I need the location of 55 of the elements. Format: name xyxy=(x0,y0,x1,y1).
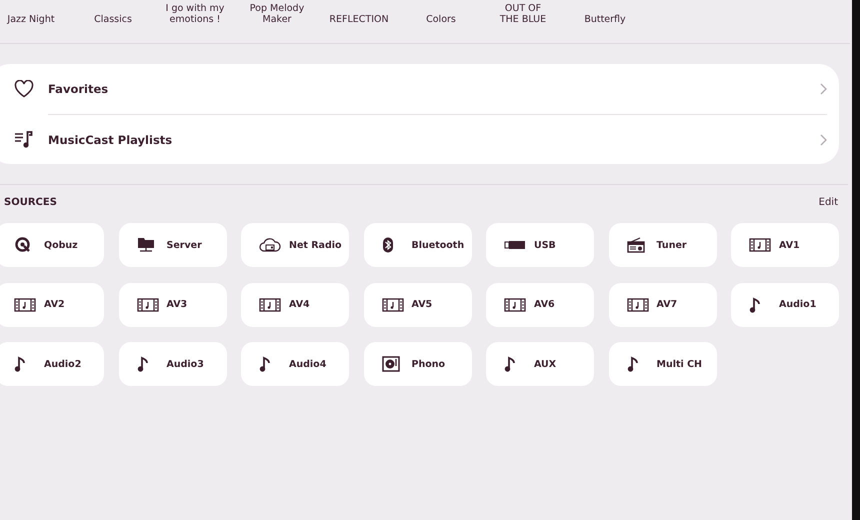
album-title[interactable]: Classics xyxy=(72,1,154,25)
source-button[interactable]: Net Radio xyxy=(241,223,349,267)
film-note-icon xyxy=(626,298,648,312)
source-button[interactable]: AV2 xyxy=(0,282,104,326)
source-button[interactable]: AV1 xyxy=(731,223,839,267)
film-note-icon xyxy=(382,298,404,312)
chevron-right-icon xyxy=(819,134,827,146)
section-heading: SOURCES xyxy=(4,197,57,208)
source-button[interactable]: Audio4 xyxy=(241,342,349,386)
source-button[interactable]: AUX xyxy=(486,342,594,386)
source-button[interactable]: Server xyxy=(118,223,226,267)
source-button[interactable]: Audio2 xyxy=(0,342,104,386)
source-button[interactable]: AV5 xyxy=(364,282,472,326)
album-title[interactable]: Jazz Night xyxy=(0,1,72,25)
menu-item[interactable]: Favorites xyxy=(48,82,108,96)
source-button[interactable]: USB xyxy=(486,223,594,267)
music-note-icon xyxy=(259,356,271,372)
usb-stick-icon xyxy=(504,240,526,250)
album-title[interactable]: I go with my emotions ! xyxy=(154,1,236,25)
source-button[interactable]: Tuner xyxy=(608,223,716,267)
music-note-icon xyxy=(14,356,26,372)
bluetooth-icon xyxy=(382,237,394,253)
turntable-icon xyxy=(382,356,400,372)
source-button[interactable]: Audio1 xyxy=(731,282,839,326)
music-note-icon xyxy=(626,356,638,372)
source-button[interactable]: AV4 xyxy=(241,282,349,326)
menu-item[interactable]: MusicCast Playlists xyxy=(48,132,172,146)
source-button[interactable]: Audio3 xyxy=(118,342,226,386)
source-button[interactable]: Multi CH xyxy=(608,342,716,386)
source-button[interactable]: AV3 xyxy=(118,282,226,326)
source-button[interactable]: Bluetooth xyxy=(364,223,472,267)
album-title[interactable]: OUT OF THE BLUE xyxy=(482,1,564,25)
film-note-icon xyxy=(259,298,281,312)
source-button[interactable]: AV6 xyxy=(486,282,594,326)
music-note-icon xyxy=(136,356,148,372)
heart-icon xyxy=(14,80,34,98)
folder-icon xyxy=(136,237,154,253)
album-title[interactable]: Pop Melody Maker xyxy=(236,1,318,25)
source-button[interactable]: AV7 xyxy=(608,282,716,326)
film-note-icon xyxy=(504,298,526,312)
chevron-right-icon xyxy=(819,83,827,95)
film-note-icon xyxy=(14,298,36,312)
playlist-icon xyxy=(14,130,34,148)
album-title[interactable]: Butterfly xyxy=(564,1,646,25)
source-button[interactable]: Phono xyxy=(364,342,472,386)
edit-link[interactable]: Edit xyxy=(818,197,838,208)
cloud-radio-icon xyxy=(259,237,281,253)
film-note-icon xyxy=(136,298,158,312)
album-title[interactable]: REFLECTION xyxy=(318,1,400,25)
source-button[interactable]: Qobuz xyxy=(0,223,104,267)
music-note-icon xyxy=(504,356,516,372)
album-title[interactable]: Colors xyxy=(400,1,482,25)
radio-icon xyxy=(626,237,644,253)
film-note-icon xyxy=(749,238,771,252)
music-note-icon xyxy=(749,296,761,312)
